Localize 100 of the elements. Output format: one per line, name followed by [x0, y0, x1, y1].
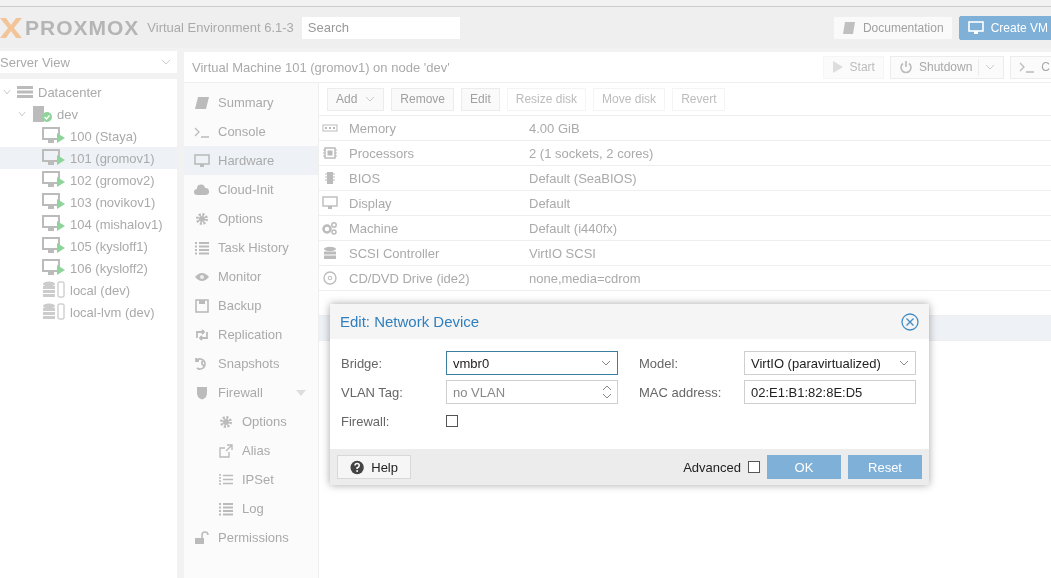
- combo-field[interactable]: VirtIO (paravirtualized): [744, 351, 916, 375]
- shield-icon: [194, 385, 210, 400]
- caret-icon[interactable]: [899, 360, 909, 366]
- nav-item[interactable]: Hardware: [184, 146, 318, 175]
- memory-icon: [322, 121, 338, 135]
- device-value: none,media=cdrom: [529, 270, 641, 286]
- documentation-button[interactable]: Documentation: [832, 15, 953, 40]
- device-name: Machine: [349, 220, 400, 236]
- device-name: Processors: [349, 145, 416, 161]
- spinner-arrows-icon[interactable]: [602, 384, 612, 400]
- nav-item[interactable]: Cloud-Init: [184, 175, 318, 204]
- tree-item[interactable]: 101 (gromov1): [0, 147, 177, 169]
- panel-title: Virtual Machine 101 (gromov1) on node 'dev': [192, 59, 450, 75]
- nav-item[interactable]: Options: [184, 407, 318, 436]
- nav-item[interactable]: Summary: [184, 88, 318, 117]
- nav-item[interactable]: Options: [184, 204, 318, 233]
- numbered-list-icon: [218, 472, 234, 487]
- monitor-icon: [194, 153, 210, 168]
- combo-field[interactable]: vmbr0: [446, 351, 618, 375]
- device-name: CD/DVD Drive (ide2): [349, 270, 471, 286]
- advanced-checkbox[interactable]: [748, 461, 760, 473]
- shutdown-button[interactable]: Shutdown: [889, 55, 1005, 79]
- mac-address-field[interactable]: 02:E1:B1:82:8E:D5: [744, 380, 916, 404]
- nav-item[interactable]: Snapshots: [184, 349, 318, 378]
- list-icon: [218, 501, 234, 516]
- nav-item[interactable]: Monitor: [184, 262, 318, 291]
- device-value: 4.00 GiB: [529, 120, 580, 136]
- view-selector[interactable]: Server View: [0, 51, 177, 73]
- tree-item[interactable]: local-lvm (dev): [0, 301, 177, 323]
- gear-icon: [218, 414, 234, 429]
- chip-icon: [322, 171, 338, 185]
- tree-item[interactable]: local (dev): [0, 279, 177, 301]
- monitor-play-icon: [42, 149, 66, 167]
- toolbar-button[interactable]: Add: [327, 87, 385, 111]
- checkbox[interactable]: [446, 415, 458, 427]
- cloud-icon: [194, 182, 210, 197]
- field-label: Model:: [639, 355, 680, 371]
- play-icon: [831, 60, 844, 74]
- tree-item[interactable]: Datacenter: [0, 81, 177, 103]
- device-name: Memory: [349, 120, 397, 136]
- caret-icon: [161, 59, 171, 65]
- gear-icon: [194, 211, 210, 226]
- nav-item[interactable]: IPSet: [184, 465, 318, 494]
- reset-button[interactable]: Reset: [848, 455, 922, 479]
- x-logo-icon: [0, 17, 22, 38]
- server-check-icon: [31, 105, 53, 123]
- monitor-play-icon: [42, 171, 66, 189]
- nav-item[interactable]: Permissions: [184, 523, 318, 552]
- console-button[interactable]: C: [1010, 55, 1051, 79]
- monitor-icon: [967, 20, 984, 35]
- tree-item[interactable]: 104 (mishalov1): [0, 213, 177, 235]
- database-icon: [42, 303, 66, 321]
- ok-button[interactable]: OK: [767, 455, 841, 479]
- database-icon: [322, 246, 338, 260]
- logo-text: PROXMOX: [25, 15, 140, 40]
- terminal-icon: [1019, 61, 1036, 73]
- tree-item[interactable]: 100 (Staya): [0, 125, 177, 147]
- list-icon: [194, 240, 210, 255]
- nav-item[interactable]: Replication: [184, 320, 318, 349]
- help-icon: [350, 459, 365, 475]
- device-value: VirtIO SCSI: [529, 245, 596, 261]
- field-label: MAC address:: [639, 384, 723, 400]
- tree-item[interactable]: 106 (kysloff2): [0, 257, 177, 279]
- nav-item[interactable]: Log: [184, 494, 318, 523]
- version-label: Virtual Environment 6.1-3: [147, 20, 294, 35]
- caret-icon[interactable]: [601, 360, 611, 366]
- server-rack-icon: [16, 85, 34, 99]
- nav-item[interactable]: Task History: [184, 233, 318, 262]
- monitor-play-icon: [42, 259, 66, 277]
- tree-item[interactable]: 103 (novikov1): [0, 191, 177, 213]
- close-icon[interactable]: [901, 312, 919, 331]
- device-value: Default: [529, 195, 571, 211]
- tree-item[interactable]: 105 (kysloff1): [0, 235, 177, 257]
- book-icon: [841, 20, 856, 35]
- device-value: Default (i440fx): [529, 220, 618, 236]
- toolbar-button[interactable]: Remove: [391, 87, 455, 111]
- field-label: Bridge:: [341, 355, 384, 371]
- search-field[interactable]: Search: [301, 16, 460, 39]
- help-button[interactable]: Help: [337, 455, 411, 479]
- toolbar-button[interactable]: Edit: [461, 87, 500, 111]
- field-label: Firewall:: [341, 413, 391, 429]
- cpu-icon: [322, 146, 338, 160]
- monitor-play-icon: [42, 127, 66, 145]
- nav-item[interactable]: Console: [184, 117, 318, 146]
- tree-item[interactable]: dev: [0, 103, 177, 125]
- external-link-icon: [218, 443, 234, 458]
- gears-icon: [322, 221, 338, 235]
- spinner-field[interactable]: no VLAN: [446, 380, 618, 404]
- nav-item[interactable]: Backup: [184, 291, 318, 320]
- nav-item[interactable]: Firewall: [184, 378, 318, 407]
- nav-item[interactable]: Alias: [184, 436, 318, 465]
- tree-item[interactable]: 102 (gromov2): [0, 169, 177, 191]
- device-name: Display: [349, 195, 393, 211]
- advanced-label: Advanced: [683, 459, 741, 475]
- device-name: SCSI Controller: [349, 245, 441, 261]
- device-value: Default (SeaBIOS): [529, 170, 637, 186]
- create-vm-button[interactable]: Create VM: [958, 15, 1051, 40]
- loop-arrows-icon: [194, 327, 210, 342]
- field-label: VLAN Tag:: [341, 384, 404, 400]
- unlocked-padlock-icon: [194, 530, 210, 545]
